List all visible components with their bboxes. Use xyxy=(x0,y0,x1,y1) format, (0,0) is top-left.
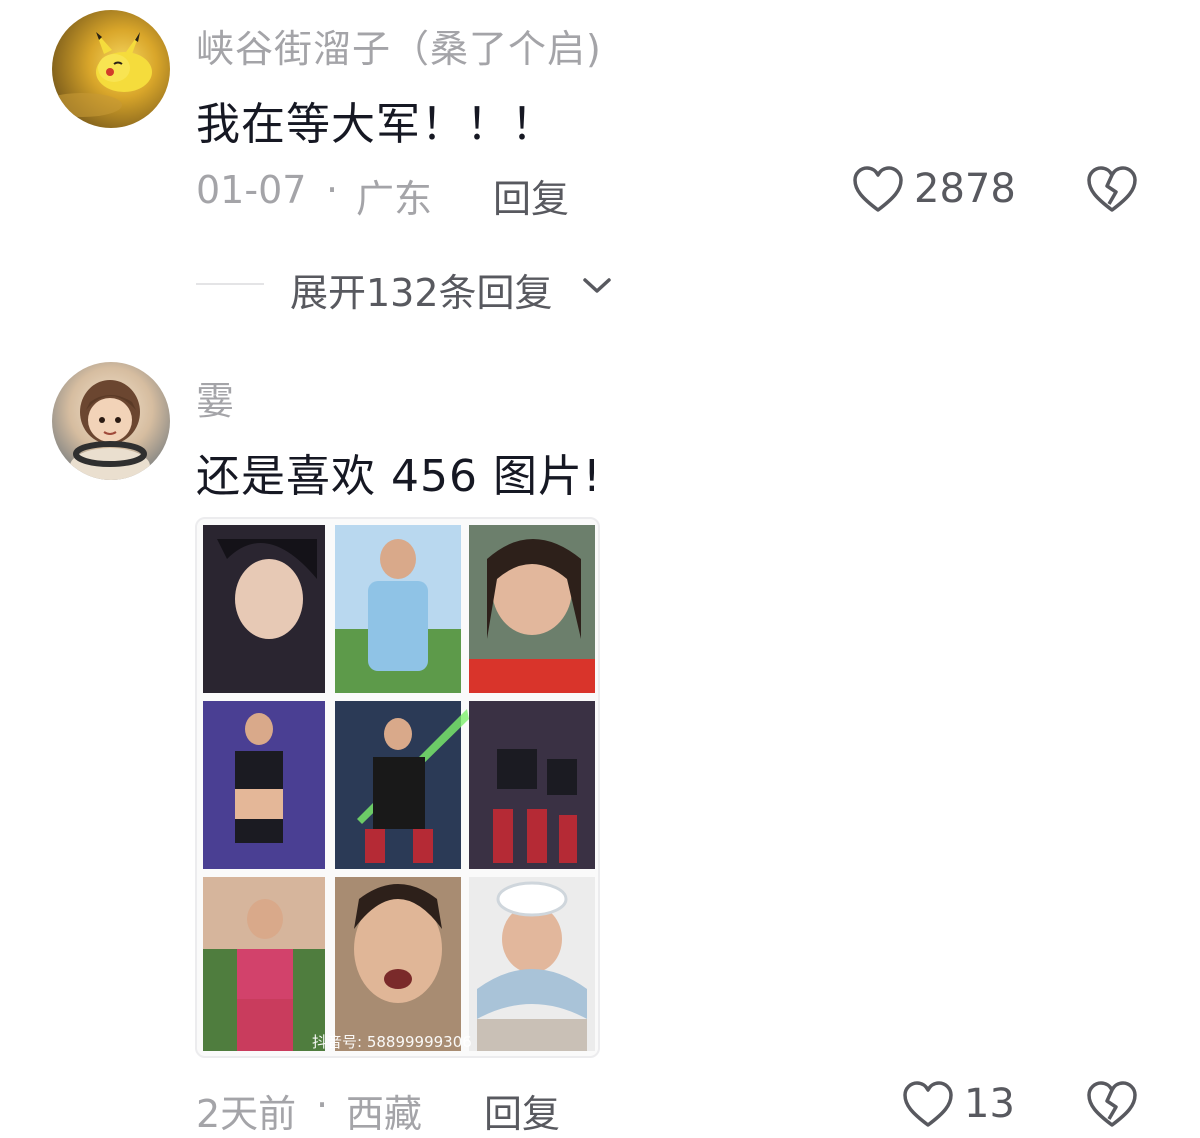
broken-heart-icon[interactable] xyxy=(1086,166,1138,214)
image-watermark: 抖音号: 58899999306 xyxy=(312,1033,472,1051)
broken-heart-icon[interactable] xyxy=(1086,1081,1138,1129)
avatar[interactable] xyxy=(52,10,170,128)
chevron-down-icon[interactable] xyxy=(582,276,612,296)
avatar-image xyxy=(52,32,152,117)
comment-location: 广东 xyxy=(356,177,433,221)
reply-button[interactable]: 回复 xyxy=(484,1083,560,1138)
comment-date: 01-07 xyxy=(196,168,307,212)
like-count: 13 xyxy=(964,1081,1015,1127)
photo-collage xyxy=(203,525,595,1051)
comment-text: 我在等大军！！！ xyxy=(196,99,556,150)
comment-image[interactable] xyxy=(195,517,600,1058)
comment-date: 2天前 xyxy=(196,1092,297,1136)
comment-location: 西藏 xyxy=(346,1092,423,1136)
meta-separator: · xyxy=(316,1083,329,1127)
reply-button[interactable]: 回复 xyxy=(493,168,569,223)
expand-divider xyxy=(196,283,264,285)
username[interactable]: 霎 xyxy=(196,370,235,425)
heart-icon[interactable] xyxy=(902,1081,954,1129)
avatar-image xyxy=(70,380,150,480)
heart-icon[interactable] xyxy=(852,166,904,214)
expand-replies-label[interactable]: 展开132条回复 xyxy=(290,262,553,317)
comment-text: 还是喜欢 456 图片! xyxy=(196,451,602,502)
avatar[interactable] xyxy=(52,362,170,480)
like-count: 2878 xyxy=(914,166,1016,212)
username[interactable]: 峡谷街溜子（桑了个启) xyxy=(196,18,602,73)
meta-separator: · xyxy=(326,168,339,212)
